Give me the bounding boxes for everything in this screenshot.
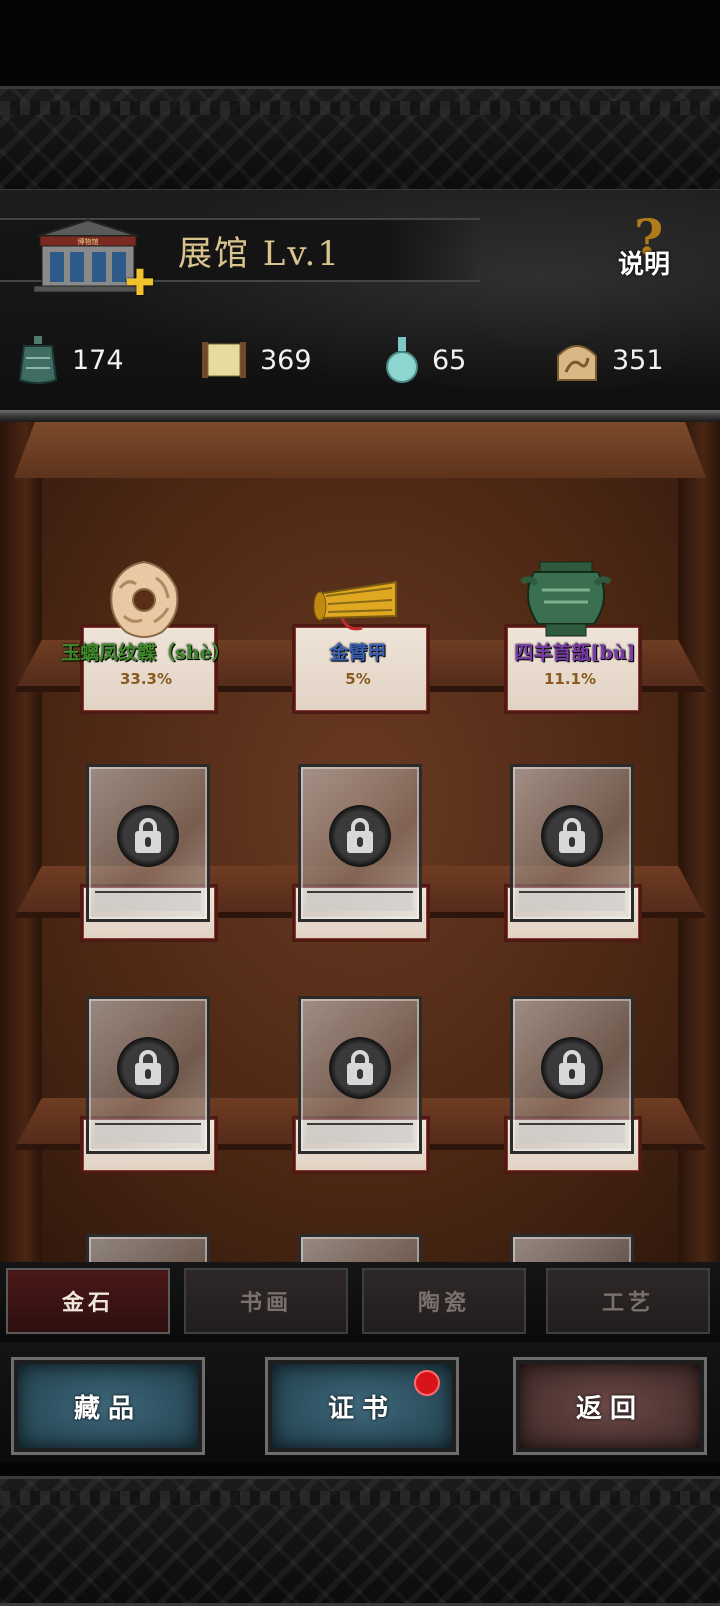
bottom-decorative-frieze: [0, 1476, 720, 1606]
item-name: 玉螭凤纹韘（shè）: [61, 642, 231, 664]
glass-case-partial[interactable]: [510, 1234, 634, 1262]
tab-metal-stone[interactable]: 金石: [6, 1268, 170, 1334]
collection-item[interactable]: 金臂甲 5%: [292, 552, 432, 714]
locked-slot[interactable]: [504, 764, 644, 964]
item-name: 金臂甲: [329, 642, 387, 664]
glass-case: [510, 996, 634, 1154]
bronze-bell-icon: [18, 336, 58, 384]
lock-icon: [541, 1037, 603, 1099]
resource-vase: 65: [384, 330, 466, 390]
glass-case: [86, 764, 210, 922]
lock-icon: [541, 805, 603, 867]
resource-scroll: 369: [200, 330, 312, 390]
glass-case-partial[interactable]: [298, 1234, 422, 1262]
certificate-label: 证书: [327, 1393, 396, 1424]
collection-label: 藏品: [73, 1393, 142, 1424]
glass-case-partial[interactable]: [86, 1234, 210, 1262]
resource-relic: 351: [554, 330, 664, 390]
item-rate: 33.3%: [119, 670, 173, 688]
resource-value: 65: [432, 344, 467, 376]
resource-bronze: 174: [16, 330, 124, 390]
item-name: 四羊首瓿[bù]: [514, 642, 636, 664]
lock-icon: [117, 805, 179, 867]
item-rate: 11.1%: [543, 670, 597, 688]
glass-case: [298, 764, 422, 922]
glass-case: [86, 996, 210, 1154]
help-button[interactable]: ? 说明: [612, 208, 702, 284]
svg-text:博物馆: 博物馆: [78, 237, 99, 246]
tab-ceramics[interactable]: 陶瓷: [362, 1268, 526, 1334]
jade-relic-icon: [557, 345, 597, 381]
collection-button[interactable]: 藏品: [14, 1360, 202, 1452]
plus-icon[interactable]: ✚: [124, 266, 156, 302]
collection-item[interactable]: 玉螭凤纹韘（shè） 33.3%: [61, 552, 231, 714]
scroll-icon: [202, 342, 246, 378]
locked-slot[interactable]: [504, 996, 644, 1196]
collection-item[interactable]: 四羊首瓿[bù] 11.1%: [504, 552, 644, 714]
locked-slot[interactable]: [292, 996, 432, 1196]
resource-value: 369: [260, 344, 312, 376]
hall-level-title: 展馆 Lv.1: [178, 234, 341, 274]
bronze-vessel-icon: [520, 561, 612, 637]
tab-calligraphy-painting[interactable]: 书画: [184, 1268, 348, 1334]
gold-armguard-icon: [313, 580, 397, 631]
resource-bar: 174 369 65 351: [0, 330, 720, 390]
locked-slot[interactable]: [80, 996, 220, 1196]
header-panel: 博物馆 ✚ 展馆 Lv.1 ? 说明 174 369 65 351: [0, 190, 720, 412]
jade-pendant-icon: [110, 560, 179, 638]
glass-case: [298, 996, 422, 1154]
help-label: 说明: [618, 250, 671, 280]
resource-value: 174: [72, 344, 124, 376]
category-tabs: 金石 书画 陶瓷 工艺: [0, 1262, 720, 1342]
tab-crafts[interactable]: 工艺: [546, 1268, 710, 1334]
top-decorative-frieze: [0, 86, 720, 192]
vase-icon: [386, 337, 418, 383]
item-rate: 5%: [345, 670, 371, 688]
back-button[interactable]: 返回: [516, 1360, 704, 1452]
locked-slot[interactable]: [80, 764, 220, 964]
certificate-button[interactable]: 证书: [268, 1360, 456, 1452]
lock-icon: [329, 805, 391, 867]
header-divider: [0, 410, 720, 422]
notification-badge: [414, 1370, 440, 1396]
glass-case: [510, 764, 634, 922]
cabinet-top-shelf: [14, 422, 706, 478]
lock-icon: [329, 1037, 391, 1099]
display-cabinet: 玉螭凤纹韘（shè） 33.3% 金臂甲 5% 四羊首瓿[bù] 11.1%: [0, 422, 720, 1262]
resource-value: 351: [612, 344, 664, 376]
locked-slot[interactable]: [292, 764, 432, 964]
action-bar: 藏品 证书 返回: [0, 1342, 720, 1462]
lock-icon: [117, 1037, 179, 1099]
back-label: 返回: [575, 1393, 644, 1424]
